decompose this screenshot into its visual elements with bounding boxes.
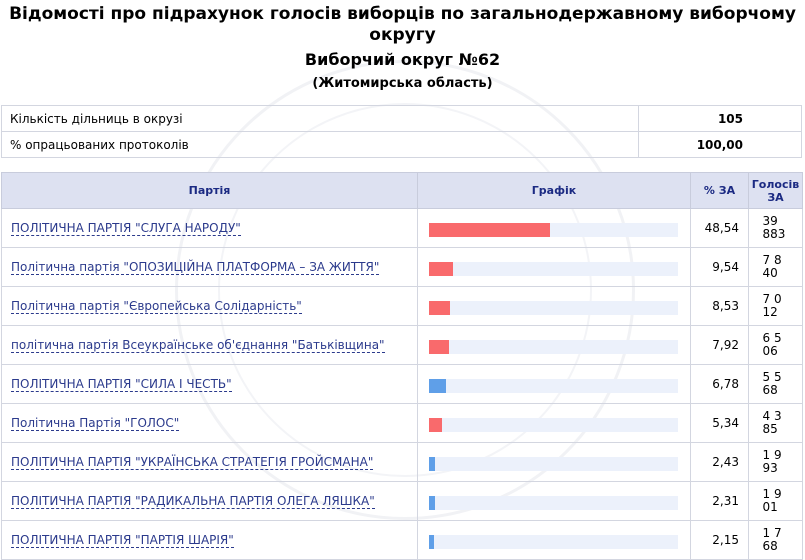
graph-cell — [417, 481, 691, 521]
graph-bar — [429, 301, 450, 315]
table-row: Політична Партія "ГОЛОС" 5,34 4 385 — [1, 403, 803, 443]
info-value: 105 — [638, 105, 802, 132]
graph-bar — [429, 379, 446, 393]
graph-bar — [429, 496, 435, 510]
graph-track — [429, 457, 678, 471]
info-label: Кількість дільниць в окрузі — [1, 105, 639, 132]
party-cell: ПОЛІТИЧНА ПАРТІЯ "СЛУГА НАРОДУ" — [1, 208, 418, 248]
graph-cell — [417, 325, 691, 365]
party-cell: Політична Партія "ГОЛОС" — [1, 403, 418, 443]
table-row: Політична партія "ОПОЗИЦІЙНА ПЛАТФОРМА –… — [1, 247, 803, 287]
graph-track — [429, 379, 678, 393]
graph-bar — [429, 457, 435, 471]
party-cell: Політична партія "ОПОЗИЦІЙНА ПЛАТФОРМА –… — [1, 247, 418, 287]
column-header-graph: Графік — [417, 172, 691, 209]
info-row: Кількість дільниць в окрузі 105 — [1, 105, 802, 132]
party-cell: політична партія Всеукраїнське об'єднанн… — [1, 325, 418, 365]
graph-track — [429, 418, 678, 432]
party-link[interactable]: Політична партія "ОПОЗИЦІЙНА ПЛАТФОРМА –… — [11, 260, 380, 275]
votes-cell: 1 768 — [748, 520, 803, 560]
party-cell: Політична партія "Європейська Солідарніс… — [1, 286, 418, 326]
pct-cell: 6,78 — [690, 364, 749, 404]
votes-cell: 1 993 — [748, 442, 803, 482]
table-row: ПОЛІТИЧНА ПАРТІЯ "РАДИКАЛЬНА ПАРТІЯ ОЛЕГ… — [1, 481, 803, 521]
graph-cell — [417, 403, 691, 443]
votes-value: 7 840 — [762, 253, 782, 280]
votes-value: 7 012 — [762, 292, 782, 319]
party-cell: ПОЛІТИЧНА ПАРТІЯ "РАДИКАЛЬНА ПАРТІЯ ОЛЕГ… — [1, 481, 418, 521]
pct-cell: 2,31 — [690, 481, 749, 521]
table-row: політична партія Всеукраїнське об'єднанн… — [1, 325, 803, 365]
graph-bar — [429, 340, 449, 354]
party-link[interactable]: ПОЛІТИЧНА ПАРТІЯ "СЛУГА НАРОДУ" — [11, 221, 241, 236]
votes-cell: 1 901 — [748, 481, 803, 521]
votes-value: 39 883 — [762, 214, 786, 241]
region-subtitle: (Житомирська область) — [312, 76, 493, 91]
votes-cell: 5 568 — [748, 364, 803, 404]
votes-cell: 7 840 — [748, 247, 803, 287]
graph-track — [429, 301, 678, 315]
column-header-party: Партія — [1, 172, 418, 209]
column-header-votes: Голосів ЗА — [748, 172, 803, 209]
pct-cell: 7,92 — [690, 325, 749, 365]
table-row: ПОЛІТИЧНА ПАРТІЯ "СЛУГА НАРОДУ" 48,54 39 8… — [1, 208, 803, 248]
party-link[interactable]: Політична Партія "ГОЛОС" — [11, 416, 180, 431]
graph-bar — [429, 262, 453, 276]
pct-cell: 8,53 — [690, 286, 749, 326]
votes-cell: 6 506 — [748, 325, 803, 365]
graph-cell — [417, 364, 691, 404]
graph-bar — [429, 535, 434, 549]
votes-cell: 39 883 — [748, 208, 803, 248]
table-row: ПОЛІТИЧНА ПАРТІЯ "УКРАЇНСЬКА СТРАТЕГІЯ Г… — [1, 442, 803, 482]
results-header-row: Партія Графік % ЗА Голосів ЗА — [1, 172, 803, 209]
graph-cell — [417, 286, 691, 326]
votes-cell: 7 012 — [748, 286, 803, 326]
info-label: % опрацьованих протоколів — [1, 131, 639, 158]
graph-track — [429, 340, 678, 354]
table-row: Політична партія "Європейська Солідарніс… — [1, 286, 803, 326]
table-row: ПОЛІТИЧНА ПАРТІЯ "СИЛА І ЧЕСТЬ" 6,78 5 568 — [1, 364, 803, 404]
party-cell: ПОЛІТИЧНА ПАРТІЯ "УКРАЇНСЬКА СТРАТЕГІЯ Г… — [1, 442, 418, 482]
results-table: Партія Графік % ЗА Голосів ЗА ПОЛІТИЧНА … — [1, 172, 803, 560]
party-link[interactable]: ПОЛІТИЧНА ПАРТІЯ "ПАРТІЯ ШАРІЯ" — [11, 533, 234, 548]
results-body: ПОЛІТИЧНА ПАРТІЯ "СЛУГА НАРОДУ" 48,54 39 8… — [1, 208, 803, 560]
graph-bar — [429, 418, 442, 432]
votes-value: 1 901 — [762, 487, 782, 514]
party-link[interactable]: ПОЛІТИЧНА ПАРТІЯ "СИЛА І ЧЕСТЬ" — [11, 377, 232, 392]
graph-cell — [417, 247, 691, 287]
party-cell: ПОЛІТИЧНА ПАРТІЯ "ПАРТІЯ ШАРІЯ" — [1, 520, 418, 560]
pct-cell: 2,43 — [690, 442, 749, 482]
graph-cell — [417, 208, 691, 248]
district-info-table: Кількість дільниць в окрузі 105 % опраць… — [1, 105, 802, 158]
party-link[interactable]: ПОЛІТИЧНА ПАРТІЯ "РАДИКАЛЬНА ПАРТІЯ ОЛЕГ… — [11, 494, 375, 509]
district-title: Виборчий округ №62 — [304, 50, 501, 69]
column-header-pct: % ЗА — [690, 172, 749, 209]
pct-cell: 2,15 — [690, 520, 749, 560]
votes-value: 4 385 — [762, 409, 782, 436]
page-title: Відомості про підрахунок голосів виборці… — [9, 4, 796, 45]
graph-track — [429, 496, 678, 510]
graph-track — [429, 223, 678, 237]
pct-cell: 5,34 — [690, 403, 749, 443]
party-link[interactable]: ПОЛІТИЧНА ПАРТІЯ "УКРАЇНСЬКА СТРАТЕГІЯ Г… — [11, 455, 374, 470]
graph-track — [429, 262, 678, 276]
party-cell: ПОЛІТИЧНА ПАРТІЯ "СИЛА І ЧЕСТЬ" — [1, 364, 418, 404]
party-link[interactable]: Політична партія "Європейська Солідарніс… — [11, 299, 302, 314]
graph-bar — [429, 223, 550, 237]
votes-value: 1 768 — [762, 526, 782, 553]
graph-track — [429, 535, 678, 549]
graph-cell — [417, 520, 691, 560]
pct-cell: 48,54 — [690, 208, 749, 248]
info-row: % опрацьованих протоколів 100,00 — [1, 131, 802, 158]
votes-value: 1 993 — [762, 448, 782, 475]
votes-value: 5 568 — [762, 370, 782, 397]
votes-value: 6 506 — [762, 331, 782, 358]
votes-cell: 4 385 — [748, 403, 803, 443]
info-value: 100,00 — [638, 131, 802, 158]
party-link[interactable]: політична партія Всеукраїнське об'єднанн… — [11, 338, 385, 353]
graph-cell — [417, 442, 691, 482]
pct-cell: 9,54 — [690, 247, 749, 287]
table-row: ПОЛІТИЧНА ПАРТІЯ "ПАРТІЯ ШАРІЯ" 2,15 1 768 — [1, 520, 803, 560]
